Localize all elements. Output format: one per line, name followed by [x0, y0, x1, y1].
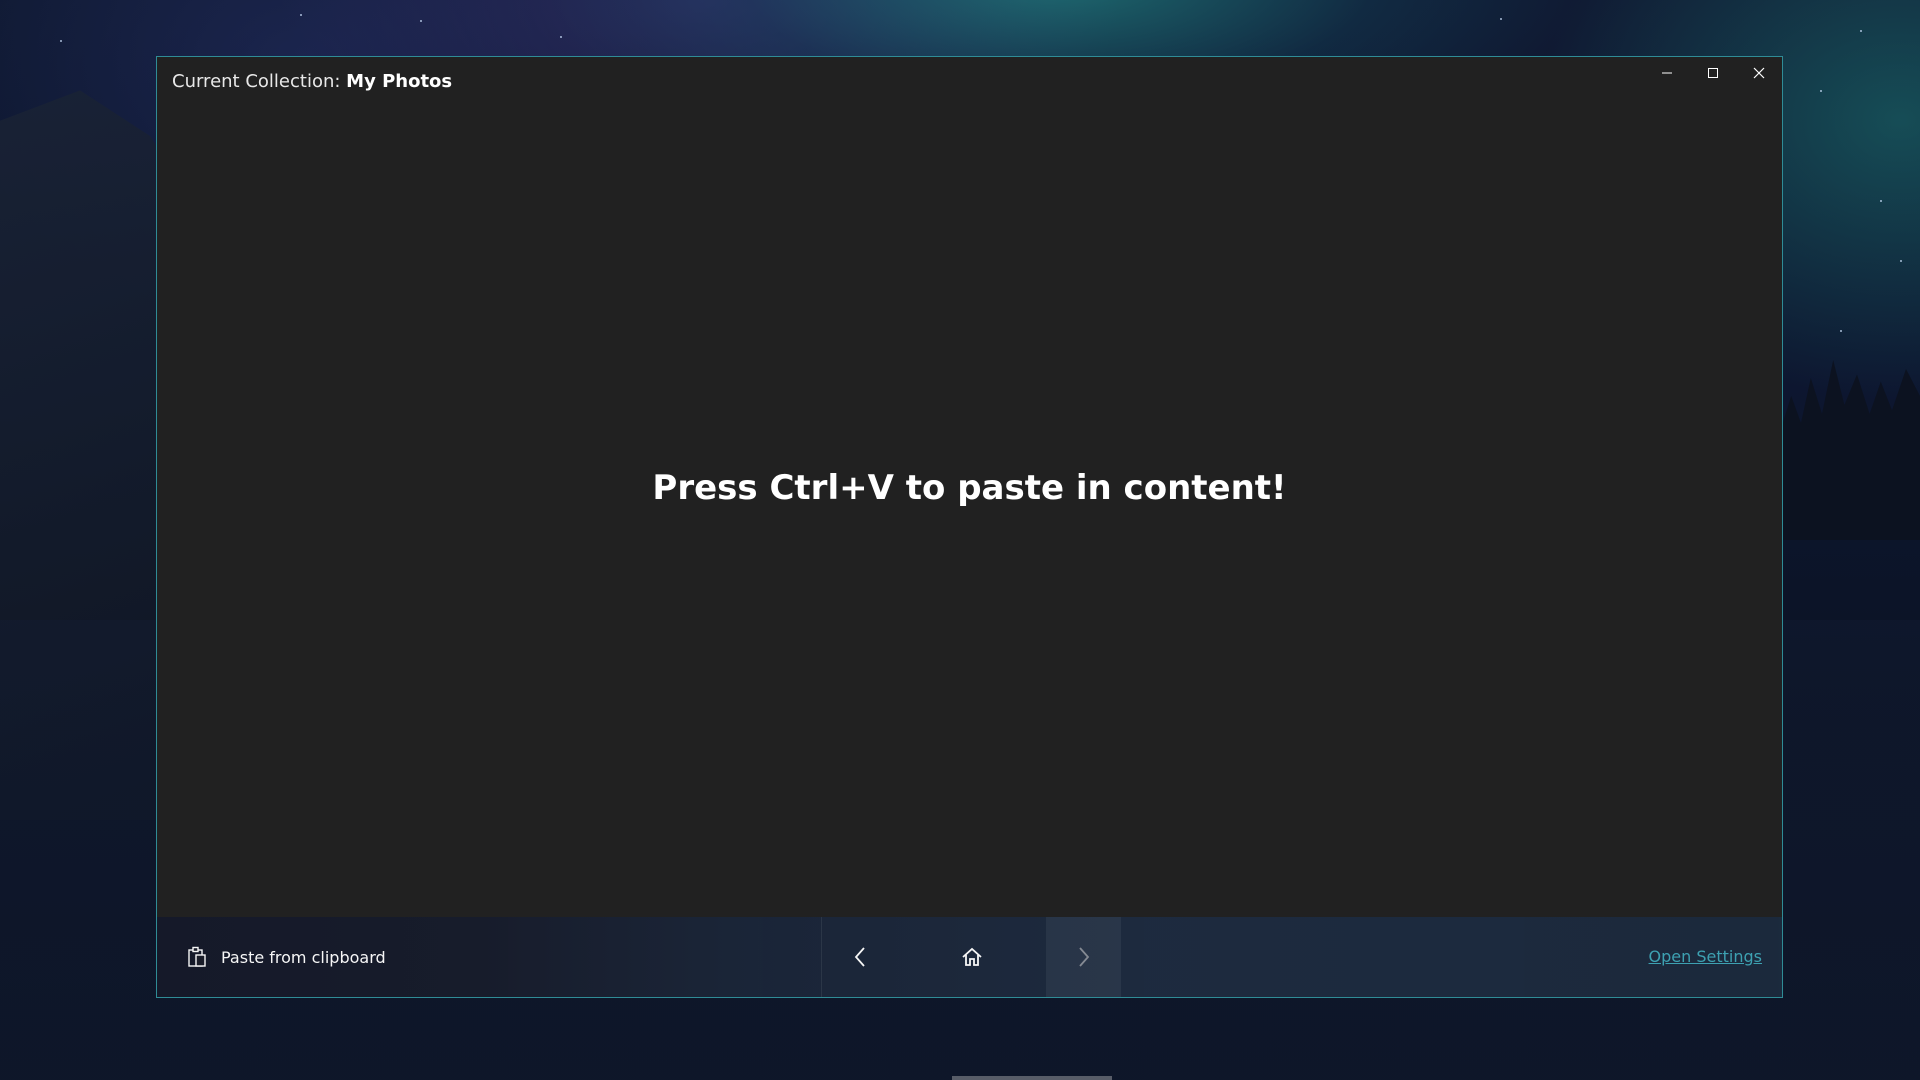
star — [560, 36, 562, 38]
desktop-background: Current Collection: My Photos Press Ctrl… — [0, 0, 1920, 1080]
star — [300, 14, 302, 16]
clipboard-icon — [188, 946, 206, 967]
navigation-group — [821, 917, 1122, 997]
maximize-icon — [1708, 68, 1718, 78]
taskbar-edge — [952, 1076, 1112, 1080]
star — [1500, 18, 1502, 20]
star — [1840, 330, 1842, 332]
collection-name: My Photos — [346, 71, 453, 92]
minimize-icon — [1662, 72, 1672, 74]
close-icon — [1753, 67, 1765, 79]
app-window: Current Collection: My Photos Press Ctrl… — [156, 56, 1783, 998]
star — [420, 20, 422, 22]
chevron-left-icon — [854, 947, 865, 967]
star — [60, 40, 62, 42]
drop-area[interactable]: Press Ctrl+V to paste in content! — [157, 107, 1782, 919]
home-icon — [961, 947, 982, 966]
star — [1880, 200, 1882, 202]
chevron-right-icon — [1078, 947, 1089, 967]
background-trees — [1780, 360, 1920, 540]
paste-instruction: Press Ctrl+V to paste in content! — [652, 468, 1287, 508]
forward-button[interactable] — [1046, 917, 1121, 997]
star — [1900, 260, 1902, 262]
close-button[interactable] — [1736, 57, 1782, 89]
minimize-button[interactable] — [1644, 57, 1690, 89]
title-prefix: Current Collection: — [172, 71, 347, 92]
star — [1860, 30, 1862, 32]
paste-from-clipboard-button[interactable]: Paste from clipboard — [187, 941, 386, 973]
paste-label: Paste from clipboard — [221, 947, 386, 967]
window-title: Current Collection: My Photos — [172, 71, 452, 92]
star — [1820, 90, 1822, 92]
bottom-command-bar: Paste from clipboard Open Settings — [157, 917, 1782, 997]
home-button[interactable] — [934, 917, 1009, 997]
title-bar[interactable]: Current Collection: My Photos — [157, 57, 1782, 107]
back-button[interactable] — [822, 917, 897, 997]
open-settings-link[interactable]: Open Settings — [1649, 947, 1762, 966]
maximize-button[interactable] — [1690, 57, 1736, 89]
